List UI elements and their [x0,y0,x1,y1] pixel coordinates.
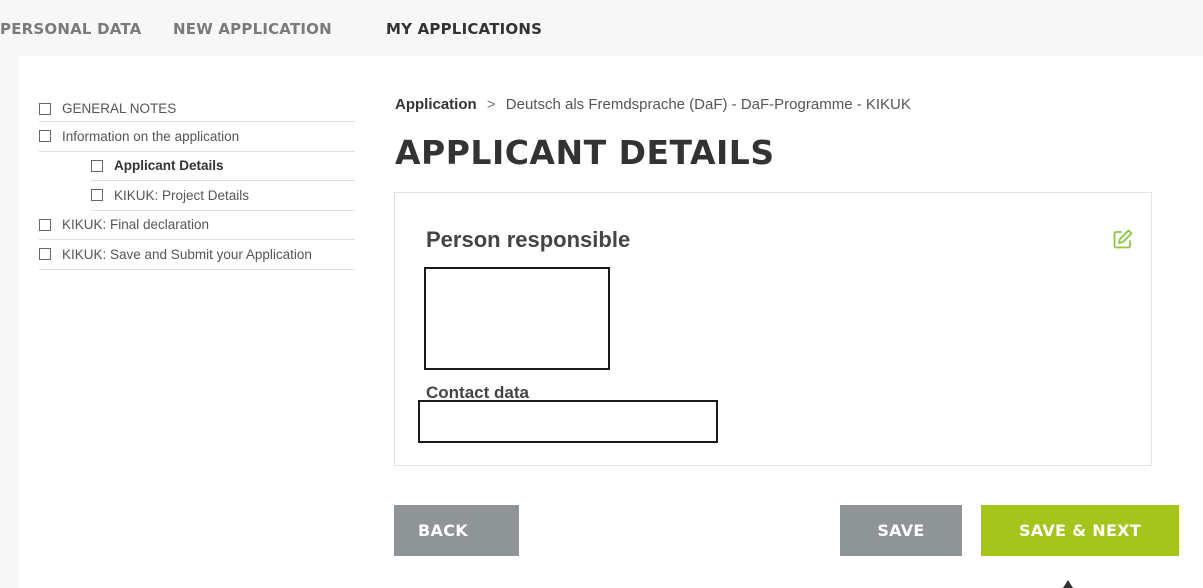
checkbox-icon [39,218,51,231]
back-button[interactable]: BACK [394,505,519,556]
sidebar-item-label: KIKUK: Save and Submit your Application [62,246,312,262]
breadcrumb: Application > Deutsch als Fremdsprache (… [395,96,911,113]
sidebar-item-save-submit[interactable]: KIKUK: Save and Submit your Application [39,240,355,270]
sidebar-item-label: KIKUK: Final declaration [62,217,210,233]
checkbox-icon [91,189,103,202]
sidebar-item-label: Applicant Details [114,158,224,174]
sidebar-item-label: KIKUK: Project Details [114,187,250,203]
sidebar-item-label: Information on the application [62,128,240,144]
breadcrumb-separator: > [486,96,496,113]
breadcrumb-current: Deutsch als Fremdsprache (DaF) - DaF-Pro… [505,96,911,113]
sidebar-item-label: GENERAL NOTES [62,101,177,116]
sidebar-item-project-details[interactable]: KIKUK: Project Details [91,181,355,211]
sidebar-item-applicant-details[interactable]: Applicant Details [91,152,355,181]
edit-icon[interactable] [1111,227,1135,251]
checkbox-icon [39,130,51,143]
tab-new-application[interactable]: NEW APPLICATION [173,20,332,38]
breadcrumb-application-link[interactable]: Application [395,96,477,113]
page-title: APPLICANT DETAILS [395,133,775,172]
mouse-cursor-icon [1063,580,1073,588]
top-navigation: PERSONAL DATA NEW APPLICATION MY APPLICA… [0,0,1203,56]
sidebar-item-information[interactable]: Information on the application [39,122,355,152]
person-responsible-card: Person responsible Contact data [394,192,1152,466]
sidebar-item-final-declaration[interactable]: KIKUK: Final declaration [39,211,355,240]
save-button[interactable]: SAVE [840,505,962,556]
card-heading: Person responsible [426,227,631,252]
sidebar-navigation: GENERAL NOTES Information on the applica… [39,96,355,270]
tab-personal-data[interactable]: PERSONAL DATA [0,20,141,38]
tab-my-applications[interactable]: MY APPLICATIONS [386,20,542,38]
redacted-name-box [424,267,610,370]
redacted-contact-box [418,400,718,443]
checkbox-icon [91,159,103,172]
checkbox-icon [39,102,51,115]
checkbox-icon [39,248,51,261]
sidebar-item-general-notes[interactable]: GENERAL NOTES [39,96,355,122]
save-and-next-button[interactable]: SAVE & NEXT [981,505,1179,556]
